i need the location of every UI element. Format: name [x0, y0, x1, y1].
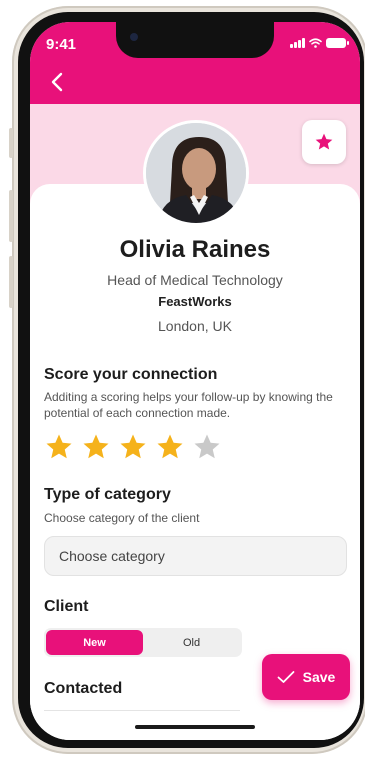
contacted-title: Contacted [44, 680, 123, 697]
client-option-old[interactable]: Old [143, 630, 240, 655]
signal-icon [290, 38, 305, 48]
save-button-label: Save [302, 669, 336, 685]
profile-role: Head of Medical Technology [107, 272, 283, 288]
phone-side-button [9, 128, 13, 158]
home-indicator [135, 725, 255, 729]
score-description: Additing a scoring helps your follow-up … [44, 390, 333, 420]
rating-stars [44, 432, 222, 462]
favorite-button[interactable] [302, 120, 346, 164]
category-title: Type of category [44, 486, 171, 503]
rating-star-5-icon[interactable] [192, 432, 222, 462]
rating-star-3-icon[interactable] [118, 432, 148, 462]
client-toggle: New Old [44, 628, 242, 657]
star-icon [315, 133, 333, 150]
rating-star-1-icon[interactable] [44, 432, 74, 462]
category-select[interactable]: Choose category [44, 536, 347, 576]
score-title: Score your connection [44, 366, 218, 383]
status-time: 9:41 [46, 36, 77, 53]
profile-name: Olivia Raines [119, 236, 271, 263]
wifi-icon [309, 38, 322, 48]
save-button[interactable]: Save [262, 654, 350, 700]
back-chevron-icon[interactable] [46, 70, 70, 94]
client-option-new[interactable]: New [46, 630, 143, 655]
status-icons [290, 38, 349, 48]
client-title: Client [44, 598, 89, 615]
check-icon [277, 671, 295, 683]
category-description: Choose category of the client [44, 511, 200, 525]
contacted-field[interactable] [44, 710, 240, 720]
profile-location: London, UK [158, 318, 232, 334]
notch [116, 22, 274, 58]
rating-star-2-icon[interactable] [81, 432, 111, 462]
phone-volume-down [9, 256, 13, 308]
battery-icon [326, 38, 349, 48]
phone-volume-up [9, 190, 13, 242]
rating-star-4-icon[interactable] [155, 432, 185, 462]
screen: 9:41 Olivia Raines Head of Medical Techn… [30, 22, 360, 740]
category-select-placeholder: Choose category [59, 548, 165, 564]
avatar [143, 120, 249, 226]
profile-company: FeastWorks [158, 294, 232, 309]
camera-icon [130, 33, 138, 41]
